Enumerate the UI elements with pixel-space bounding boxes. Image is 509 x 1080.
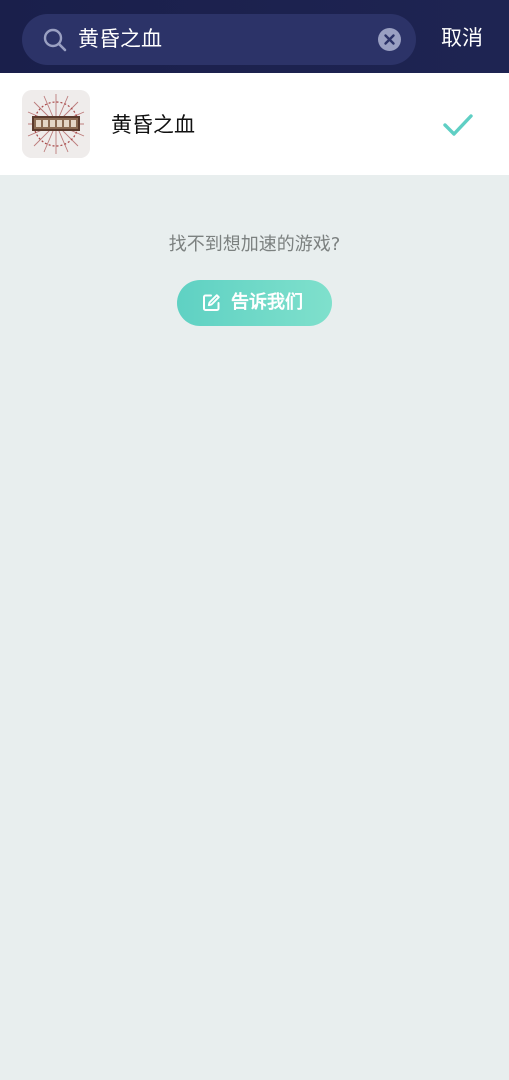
search-query-text: 黄昏之血	[78, 27, 162, 51]
tell-us-button[interactable]: 告诉我们	[177, 280, 332, 326]
list-item[interactable]: 黄昏之血	[0, 73, 509, 175]
search-input[interactable]: 黄昏之血	[22, 14, 416, 65]
search-icon	[42, 27, 68, 53]
edit-icon	[202, 293, 221, 312]
cancel-button[interactable]: 取消	[441, 25, 483, 52]
empty-hint-text: 找不到想加速的游戏?	[168, 234, 341, 255]
game-thumbnail	[22, 90, 90, 158]
top-bar: 黄昏之血 取消	[0, 0, 509, 73]
clear-icon[interactable]	[378, 28, 401, 51]
check-icon	[442, 113, 474, 137]
game-title: 黄昏之血	[111, 113, 195, 137]
tell-us-label: 告诉我们	[231, 292, 303, 313]
